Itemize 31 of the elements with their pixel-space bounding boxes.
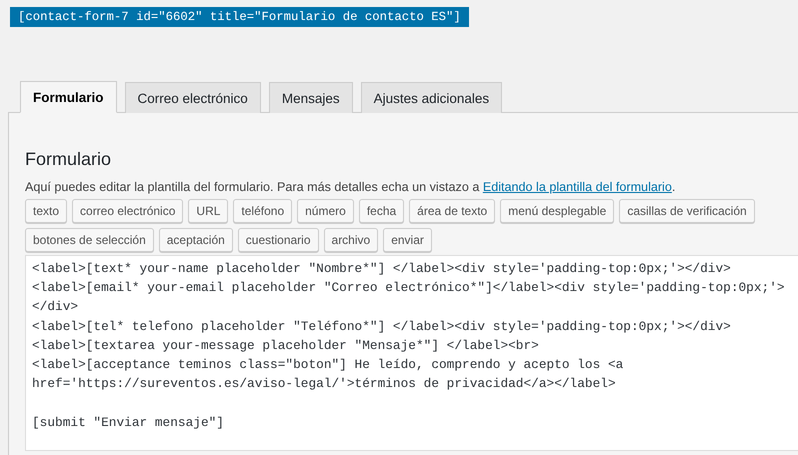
code-line: [submit "Enviar mensaje"] [32,414,225,432]
tag-generator-button[interactable]: teléfono [233,199,292,223]
section-heading: Formulario [25,149,112,170]
description-text: Aquí puedes editar la plantilla del formulario. Para más detalles echa un vistazo a Editando la plantilla del formulario. [25,180,676,194]
tag-generator-button[interactable]: cuestionario [238,228,319,252]
template-doc-link[interactable]: Editando la plantilla del formulario [482,180,672,194]
tag-generator-button[interactable]: casillas de verificación [619,199,755,223]
tag-generator-button[interactable]: área de texto [409,199,496,223]
tag-generator-button[interactable]: menú desplegable [500,199,614,223]
tab[interactable]: Ajustes adicionales [360,82,502,113]
code-line: <label>[textarea your-message placeholder "Mensaje*"] </label><br> [32,336,540,355]
code-line: <label>[tel* telefono placeholder "Teléfono*"] </label><div style='padding-top:0px;'></div> [32,318,732,336]
code-line: <label>[text* your-name placeholder "Nombre*"] </label><div style='padding-top:0px;'></div> [32,260,732,278]
tab[interactable]: Mensajes [268,82,353,113]
tag-generator-button[interactable]: botones de selección [25,228,154,252]
code-line: href='https://sureventos.es/aviso-legal/'>términos de privacidad</a></label> [32,375,617,394]
tag-generator-button[interactable]: texto [25,199,68,223]
tag-generator-button[interactable]: correo electrónico [72,199,184,223]
shortcode-text[interactable]: [contact-form-7 id="6602" title="Formulario de contacto ES"] [10,7,469,27]
tag-generator-button[interactable]: enviar [383,228,432,252]
code-line: </div> [32,298,80,316]
tag-generator-button[interactable]: URL [188,199,228,223]
form-template-editor[interactable] [25,255,798,451]
tag-generator-button[interactable]: archivo [324,228,378,252]
tag-generator-button[interactable]: fecha [358,199,404,223]
tab[interactable]: Formulario [20,81,117,113]
tag-generator-button[interactable]: número [297,199,354,223]
code-line: <label>[acceptance teminos class="boton"] He leído, comprendo y acepto los <a [32,356,624,374]
code-line: <label>[email* your-email placeholder "Correo electrónico*"]</label><div style='padding-top:0px;'> [32,279,786,298]
tag-generator-button[interactable]: aceptación [158,228,233,252]
tab[interactable]: Correo electrónico [124,82,261,113]
